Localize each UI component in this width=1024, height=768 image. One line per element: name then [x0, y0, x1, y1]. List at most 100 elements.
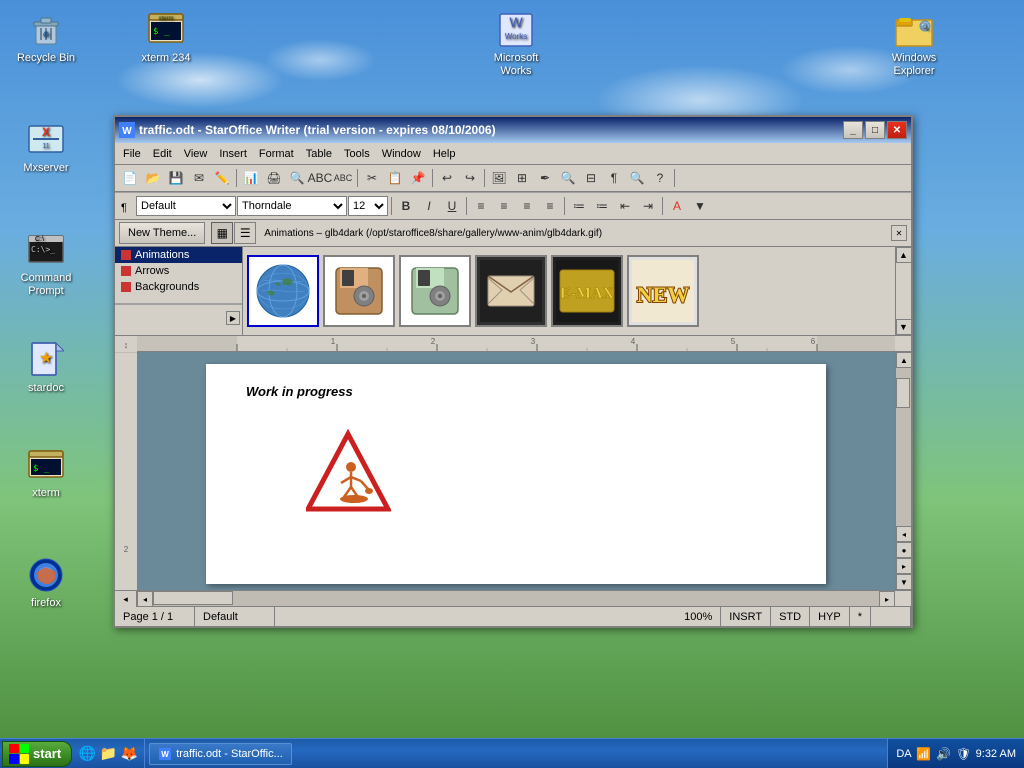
desktop-icon-xterm[interactable]: $ _ xterm [10, 445, 82, 500]
menu-help[interactable]: Help [427, 146, 462, 162]
desktop-icon-xterm234[interactable]: xterm $ _ xterm 234 [130, 10, 202, 65]
align-left-btn[interactable]: ≡ [470, 195, 492, 217]
menu-format[interactable]: Format [253, 146, 300, 162]
scroll-left-corner[interactable]: ◂ [115, 591, 137, 607]
quick-firefox-icon[interactable]: 🦊 [120, 745, 138, 763]
align-justify-btn[interactable]: ≡ [539, 195, 561, 217]
menu-window[interactable]: Window [376, 146, 427, 162]
scroll-up-btn[interactable]: ▲ [896, 352, 911, 368]
scroll-thumb[interactable] [896, 378, 910, 408]
tray-volume-icon[interactable]: 🔊 [936, 746, 952, 762]
menu-tools[interactable]: Tools [338, 146, 376, 162]
gallery-item-new[interactable]: NEW NEW [627, 255, 699, 327]
gallery-close-btn[interactable]: ✕ [891, 225, 907, 241]
desktop-icon-command-prompt[interactable]: C:\ C:\>_ Command Prompt [10, 230, 82, 298]
outdent-btn[interactable]: ⇤ [614, 195, 636, 217]
help-btn[interactable]: ? [649, 167, 671, 189]
gallery-item-floppy1[interactable] [323, 255, 395, 327]
paste-btn[interactable]: 📌 [407, 167, 429, 189]
align-center-btn[interactable]: ≡ [493, 195, 515, 217]
scroll-down-btn[interactable]: ▼ [896, 574, 911, 590]
logo-blue [9, 754, 19, 764]
desktop-icon-mxserver[interactable]: X 11 Mxserver [10, 120, 82, 175]
quick-browser-icon[interactable]: 🌐 [78, 745, 96, 763]
desktop-icon-stardoc[interactable]: ★ stardoc [10, 340, 82, 395]
zoom-btn[interactable]: 🔍 [626, 167, 648, 189]
gallery-category-animations[interactable]: Animations [115, 247, 242, 263]
redo-btn[interactable]: ↪ [459, 167, 481, 189]
maximize-button[interactable]: □ [865, 121, 885, 139]
pdf-btn[interactable]: 📊 [240, 167, 262, 189]
bold-btn[interactable]: B [395, 195, 417, 217]
minimize-button[interactable]: _ [843, 121, 863, 139]
h-scroll-left-btn[interactable]: ◂ [137, 591, 153, 607]
fontsize-select[interactable]: 12 [348, 196, 388, 216]
list-btn[interactable]: ≔ [568, 195, 590, 217]
new-theme-button[interactable]: New Theme... [119, 222, 205, 244]
gallery-item-globe[interactable] [247, 255, 319, 327]
indent-btn[interactable]: ⇥ [637, 195, 659, 217]
datasource-btn[interactable]: ⊟ [580, 167, 602, 189]
spellcheck-btn[interactable]: ABC [309, 167, 331, 189]
desktop-icon-windows-explorer[interactable]: 🔍 Windows Explorer [878, 10, 950, 78]
edit-btn[interactable]: ✏️ [211, 167, 233, 189]
open-btn[interactable]: 📂 [142, 167, 164, 189]
desktop-icon-recycle-bin[interactable]: ♻ Recycle Bin [10, 10, 82, 65]
new-btn[interactable]: 📄 [119, 167, 141, 189]
start-button[interactable]: start [2, 741, 72, 767]
scroll-nav-btn[interactable]: ● [896, 542, 911, 558]
menu-view[interactable]: View [178, 146, 214, 162]
scroll-page-up-btn[interactable]: ◂ [896, 526, 911, 542]
font-select[interactable]: Thorndale [237, 196, 347, 216]
menu-file[interactable]: File [117, 146, 147, 162]
expand-btn[interactable]: ▶ [115, 311, 242, 325]
taskbar-window-button-writer[interactable]: W traffic.odt - StarOffic... [149, 743, 292, 765]
quick-folder-icon[interactable]: 📁 [99, 745, 117, 763]
gallery-item-emax[interactable]: E-MAX E-MAX [551, 255, 623, 327]
gallery-btn[interactable]: 🖼 [488, 167, 510, 189]
close-button[interactable]: ✕ [887, 121, 907, 139]
highlight-color-btn[interactable]: ▼ [689, 195, 711, 217]
print-btn[interactable]: 🖨 [263, 167, 285, 189]
h-scroll-thumb[interactable] [153, 591, 233, 605]
undo-btn[interactable]: ↩ [436, 167, 458, 189]
desktop-icon-ms-works[interactable]: W Works Microsoft Works [480, 10, 552, 78]
gallery-grid-view-btn[interactable]: ▦ [211, 222, 233, 244]
underline-btn[interactable]: U [441, 195, 463, 217]
tray-antivirus-icon[interactable]: 🛡 [956, 746, 972, 762]
draw-btn[interactable]: ✒ [534, 167, 556, 189]
gallery-list-view-btn[interactable]: ☰ [234, 222, 256, 244]
gallery-category-backgrounds[interactable]: Backgrounds [115, 279, 242, 295]
nonprinting-btn[interactable]: ¶ [603, 167, 625, 189]
gallery-category-arrows[interactable]: Arrows [115, 263, 242, 279]
menu-table[interactable]: Table [300, 146, 338, 162]
menu-edit[interactable]: Edit [147, 146, 178, 162]
table-btn[interactable]: ⊞ [511, 167, 533, 189]
preview-btn[interactable]: 🔍 [286, 167, 308, 189]
sep-fmt4 [662, 197, 663, 215]
align-right-btn[interactable]: ≡ [516, 195, 538, 217]
menu-bar: File Edit View Insert Format Table Tools… [115, 143, 911, 165]
find-btn[interactable]: 🔍 [557, 167, 579, 189]
paragraph-icon[interactable]: ¶ [119, 198, 135, 214]
style-select[interactable]: Default [136, 196, 236, 216]
highlight-btn[interactable]: A [666, 195, 688, 217]
gallery-scroll-up-btn[interactable]: ▲ [896, 247, 912, 263]
menu-insert[interactable]: Insert [213, 146, 253, 162]
scroll-page-down-btn[interactable]: ▸ [896, 558, 911, 574]
tray-network-icon[interactable]: 📶 [916, 746, 932, 762]
cut-btn[interactable]: ✂ [361, 167, 383, 189]
gallery-item-email[interactable] [475, 255, 547, 327]
desktop-icon-firefox[interactable]: firefox [10, 555, 82, 610]
h-scroll-right-btn[interactable]: ▸ [879, 591, 895, 607]
gallery-scroll-down-btn[interactable]: ▼ [896, 319, 912, 335]
numlist-btn[interactable]: ≔ [591, 195, 613, 217]
italic-btn[interactable]: I [418, 195, 440, 217]
desktop-icon-label-command-prompt: Command Prompt [10, 272, 82, 298]
doc-content-area[interactable]: Work in progress [137, 352, 895, 590]
auto-btn[interactable]: ABC [332, 167, 354, 189]
gallery-item-floppy2[interactable] [399, 255, 471, 327]
save-btn[interactable]: 💾 [165, 167, 187, 189]
copy-btn[interactable]: 📋 [384, 167, 406, 189]
email-btn[interactable]: ✉ [188, 167, 210, 189]
